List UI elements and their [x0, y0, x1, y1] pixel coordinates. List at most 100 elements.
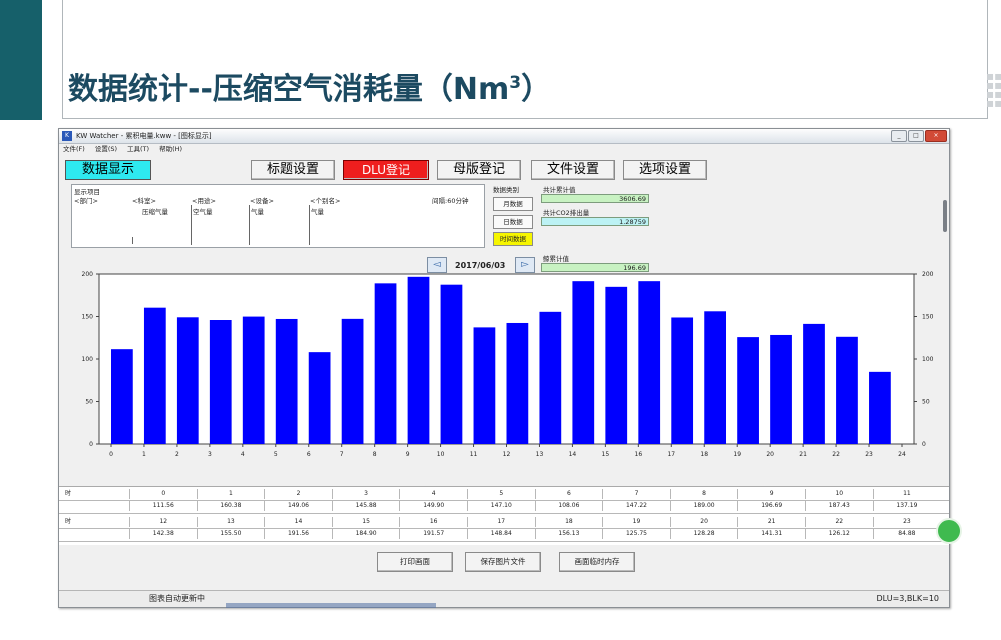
menu-help[interactable]: 帮助(H) [159, 144, 182, 155]
table-cell: 137.19 [872, 501, 941, 511]
x-tick-label: 11 [470, 451, 478, 458]
table-cell: 147.22 [602, 501, 670, 511]
y-tick-label-right: 100 [922, 356, 934, 363]
table-cell: 160.38 [196, 501, 265, 511]
bar [638, 281, 661, 444]
hourly-data-button[interactable]: 时间数据 [493, 232, 533, 246]
table-cell: 149.90 [399, 501, 467, 511]
table-cell: 20 [669, 517, 738, 527]
menu-file[interactable]: 文件(F) [63, 144, 85, 155]
table-cell: 84.88 [872, 529, 941, 539]
status-auto-update: 图表自动更新中 [149, 594, 205, 603]
col-header-usage: <用途> [192, 197, 216, 205]
scrollbar-thumb[interactable] [943, 200, 947, 232]
bar [704, 311, 727, 444]
kw-watcher-window: K KW Watcher - 累积电量.kww - [图标显示] _ □ × 文… [58, 128, 950, 608]
taskbar-strip [226, 603, 436, 608]
window-title: KW Watcher - 累积电量.kww - [图标显示] [76, 132, 212, 140]
y-tick-label-right: 50 [922, 399, 930, 406]
table-cell: 187.43 [805, 501, 873, 511]
menu-bar: 文件(F) 设置(S) 工具(T) 帮助(H) [59, 144, 949, 155]
daily-data-button[interactable]: 日数据 [493, 215, 533, 229]
table-cell: 6 [534, 489, 603, 499]
bar [176, 317, 199, 444]
bar [671, 317, 694, 444]
bar [836, 336, 858, 444]
x-tick-label: 12 [503, 451, 511, 458]
x-tick-label: 18 [700, 451, 708, 458]
y-tick-label-right: 0 [922, 441, 926, 448]
y-tick-label-left: 50 [85, 399, 93, 406]
minimize-button[interactable]: _ [891, 130, 907, 142]
file-settings-button[interactable]: 文件设置 [531, 160, 615, 180]
app-icon: K [62, 131, 72, 141]
row-header-hour: 时 [65, 490, 72, 497]
x-tick-label: 5 [274, 451, 278, 458]
current-date: 2017/06/03 [455, 261, 506, 270]
table-cell: 23 [872, 517, 941, 527]
table-cell: 4 [399, 489, 467, 499]
y-tick-label-right: 200 [922, 271, 934, 278]
x-tick-label: 20 [766, 451, 774, 458]
bar [407, 276, 430, 444]
bar [209, 320, 232, 444]
x-tick-label: 17 [667, 451, 675, 458]
row-header-hour: 时 [65, 518, 72, 525]
master-register-button[interactable]: 母版登记 [437, 160, 521, 180]
slide-accent-bar [0, 0, 42, 120]
table-cell: 0 [129, 489, 197, 499]
table-cell: 14 [264, 517, 332, 527]
x-tick-label: 1 [142, 451, 146, 458]
col-header-section: <科室> [132, 197, 156, 205]
float-widget-icon[interactable] [936, 518, 962, 544]
title-settings-button[interactable]: 标题设置 [251, 160, 335, 180]
x-tick-label: 3 [208, 451, 212, 458]
x-tick-label: 10 [437, 451, 445, 458]
table-row-hours-bottom: 时 12 13 14 15 16 17 18 19 20 21 22 23 [59, 517, 949, 527]
dots-decoration: ▪▪ ▪▪ ▪▪ ▪▪ [986, 69, 1001, 110]
y-tick-label-left: 200 [82, 271, 94, 278]
x-tick-label: 19 [733, 451, 741, 458]
table-cell: 19 [602, 517, 670, 527]
screen-temp-memory-button[interactable]: 画面临时内存 [559, 552, 635, 572]
col-header-dept: <部门> [74, 197, 98, 205]
monthly-data-button[interactable]: 月数据 [493, 197, 533, 211]
bar [473, 327, 496, 444]
table-cell: 141.31 [737, 529, 805, 539]
table-cell: 3 [331, 489, 400, 499]
table-cell: 191.56 [264, 529, 332, 539]
save-image-button[interactable]: 保存图片文件 [465, 552, 541, 572]
table-cell: 147.10 [467, 501, 535, 511]
alias-value: 气量 [311, 208, 324, 216]
close-button[interactable]: × [925, 130, 947, 142]
table-cell: 5 [467, 489, 535, 499]
bar [737, 337, 759, 444]
table-cell: 9 [737, 489, 805, 499]
bar [572, 281, 595, 444]
total-value: 3606.69 [541, 194, 649, 203]
maximize-button[interactable]: □ [908, 130, 924, 142]
dlu-register-button[interactable]: DLU登记 [343, 160, 429, 180]
menu-settings[interactable]: 设置(S) [95, 144, 117, 155]
x-tick-label: 7 [340, 451, 344, 458]
menu-tools[interactable]: 工具(T) [127, 144, 149, 155]
bar [869, 371, 891, 444]
bar [143, 307, 166, 444]
option-settings-button[interactable]: 选项设置 [623, 160, 707, 180]
table-cell: 128.28 [669, 529, 738, 539]
section-value: 压缩气量 [142, 208, 168, 216]
co2-label: 共计CO2排出量 [543, 209, 590, 217]
x-tick-label: 14 [569, 451, 577, 458]
usage-value: 空气量 [193, 208, 213, 216]
x-tick-label: 15 [602, 451, 610, 458]
x-tick-label: 16 [635, 451, 643, 458]
table-cell: 191.57 [399, 529, 467, 539]
window-titlebar[interactable]: K KW Watcher - 累积电量.kww - [图标显示] _ □ × [59, 129, 949, 144]
data-display-button[interactable]: 数据显示 [65, 160, 151, 180]
co2-value: 1.28759 [541, 217, 649, 226]
table-cell: 13 [196, 517, 265, 527]
print-screen-button[interactable]: 打印画面 [377, 552, 453, 572]
table-cell: 18 [534, 517, 603, 527]
data-category-label: 数据类别 [493, 186, 519, 194]
bar [770, 334, 792, 444]
